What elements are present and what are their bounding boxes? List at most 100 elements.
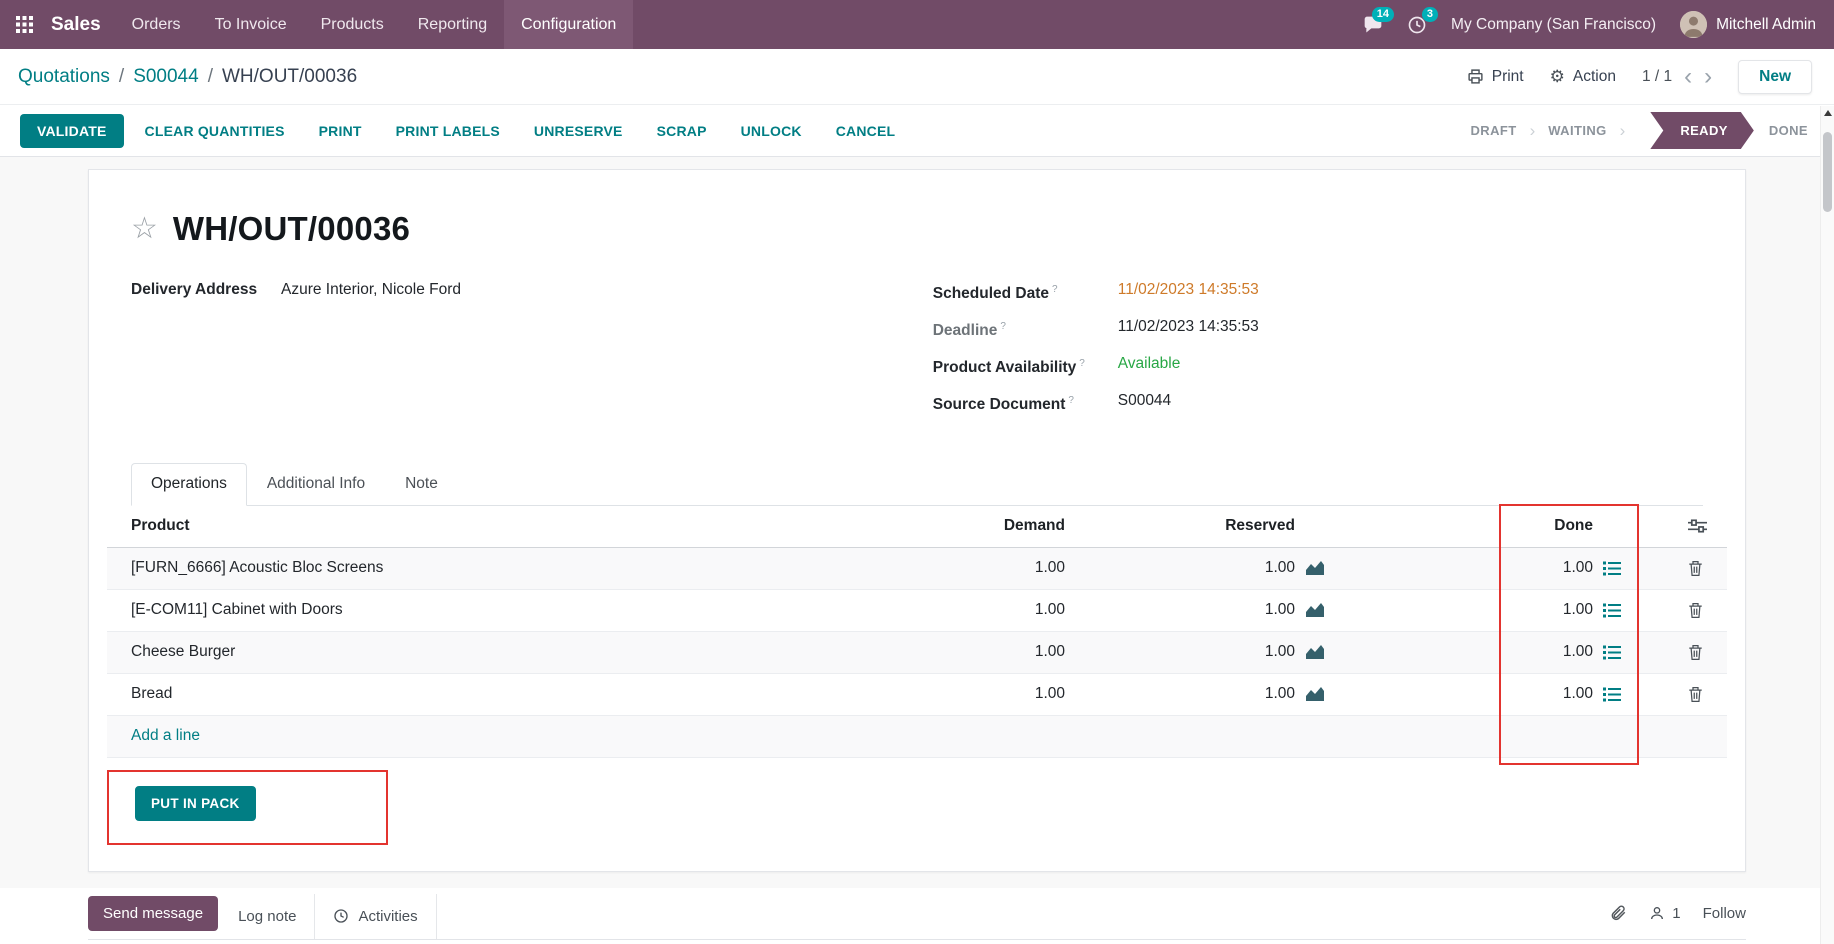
forecast-report-button[interactable] (1305, 687, 1325, 702)
header-done[interactable]: Done (1325, 517, 1635, 535)
document-title: WH/OUT/00036 (173, 210, 410, 248)
form-button-bar: VALIDATE CLEAR QUANTITIES PRINT PRINT LA… (0, 105, 1834, 157)
header-product[interactable]: Product (107, 517, 935, 535)
pager-next-button[interactable]: › (1704, 65, 1712, 89)
cell-demand[interactable]: 1.00 (1035, 559, 1065, 577)
cell-product[interactable]: Bread (107, 685, 935, 703)
nav-item-orders[interactable]: Orders (115, 0, 198, 49)
status-ready-active[interactable]: READY (1650, 112, 1754, 149)
print-button[interactable]: Print (1467, 68, 1524, 86)
activities-systray-button[interactable]: 3 (1407, 15, 1427, 35)
detailed-operations-button[interactable] (1603, 645, 1621, 660)
cell-reserved[interactable]: 1.00 (1265, 601, 1295, 619)
deadline-label: Deadline (933, 322, 998, 339)
cell-demand[interactable]: 1.00 (1035, 685, 1065, 703)
print-action-button[interactable]: PRINT (306, 114, 375, 148)
breadcrumb-quotations[interactable]: Quotations (18, 66, 110, 88)
print-labels-button[interactable]: PRINT LABELS (383, 114, 513, 148)
company-switcher[interactable]: My Company (San Francisco) (1451, 16, 1656, 34)
trash-icon (1688, 602, 1703, 619)
log-note-button[interactable]: Log note (220, 894, 314, 939)
header-reserved[interactable]: Reserved (1085, 517, 1325, 535)
cell-done[interactable]: 1.00 (1563, 685, 1593, 703)
unreserve-button[interactable]: UNRESERVE (521, 114, 636, 148)
nav-item-to-invoice[interactable]: To Invoice (198, 0, 304, 49)
nav-item-reporting[interactable]: Reporting (401, 0, 504, 49)
cancel-button[interactable]: CANCEL (823, 114, 909, 148)
optional-columns-button[interactable] (1688, 518, 1707, 534)
cell-demand[interactable]: 1.00 (1035, 601, 1065, 619)
breadcrumb: Quotations / S00044 / WH/OUT/00036 (18, 66, 357, 88)
pager-previous-button[interactable]: ‹ (1684, 65, 1692, 89)
field-groups: Delivery Address Azure Interior, Nicole … (131, 280, 1703, 429)
form-action-buttons: VALIDATE CLEAR QUANTITIES PRINT PRINT LA… (20, 114, 908, 148)
detailed-operations-button[interactable] (1603, 687, 1621, 702)
help-icon: ? (1000, 321, 1006, 332)
breadcrumb-s00044[interactable]: S00044 (133, 66, 199, 88)
delivery-address-value[interactable]: Azure Interior, Nicole Ford (281, 280, 461, 300)
delete-row-button[interactable] (1688, 686, 1703, 703)
delete-row-button[interactable] (1688, 602, 1703, 619)
cell-done[interactable]: 1.00 (1563, 601, 1593, 619)
app-brand-sales[interactable]: Sales (49, 0, 115, 49)
printer-icon (1467, 68, 1484, 85)
vertical-scrollbar[interactable] (1820, 106, 1834, 944)
cell-product[interactable]: [FURN_6666] Acoustic Bloc Screens (107, 559, 935, 577)
clear-quantities-button[interactable]: CLEAR QUANTITIES (132, 114, 298, 148)
source-document-value[interactable]: S00044 (1118, 391, 1171, 415)
status-done[interactable]: DONE (1769, 123, 1808, 138)
nav-item-configuration[interactable]: Configuration (504, 0, 633, 49)
operation-row[interactable]: [FURN_6666] Acoustic Bloc Screens 1.00 1… (107, 548, 1727, 590)
nav-item-products[interactable]: Products (304, 0, 401, 49)
cell-reserved[interactable]: 1.00 (1265, 685, 1295, 703)
delete-row-button[interactable] (1688, 560, 1703, 577)
activities-button[interactable]: Activities (314, 894, 436, 939)
cell-done[interactable]: 1.00 (1563, 643, 1593, 661)
trash-icon (1688, 644, 1703, 661)
trash-icon (1688, 560, 1703, 577)
validate-button[interactable]: VALIDATE (20, 114, 124, 148)
messages-button[interactable]: 14 (1363, 15, 1383, 35)
cell-product[interactable]: Cheese Burger (107, 643, 935, 661)
apps-menu-button[interactable] (0, 0, 49, 49)
tab-note[interactable]: Note (385, 463, 458, 505)
put-in-pack-button[interactable]: PUT IN PACK (135, 786, 256, 821)
forecast-report-button[interactable] (1305, 645, 1325, 660)
forecast-report-button[interactable] (1305, 603, 1325, 618)
scrollbar-thumb[interactable] (1823, 132, 1832, 212)
scroll-up-arrow-icon[interactable] (1824, 110, 1832, 116)
send-message-button[interactable]: Send message (88, 896, 218, 931)
header-demand[interactable]: Demand (935, 517, 1085, 535)
list-icon (1603, 687, 1621, 702)
scheduled-date-value[interactable]: 11/02/2023 14:35:53 (1118, 280, 1259, 304)
user-menu[interactable]: Mitchell Admin (1680, 11, 1816, 38)
status-draft[interactable]: DRAFT (1471, 123, 1517, 138)
detailed-operations-button[interactable] (1603, 561, 1621, 576)
forecast-report-button[interactable] (1305, 561, 1325, 576)
cell-reserved[interactable]: 1.00 (1265, 559, 1295, 577)
status-waiting[interactable]: WAITING (1548, 123, 1606, 138)
followers-button[interactable]: 1 (1649, 905, 1680, 922)
follow-button[interactable]: Follow (1703, 905, 1746, 922)
cell-done[interactable]: 1.00 (1563, 559, 1593, 577)
operation-row[interactable]: [E-COM11] Cabinet with Doors 1.00 1.00 1… (107, 590, 1727, 632)
unlock-button[interactable]: UNLOCK (728, 114, 815, 148)
scrap-button[interactable]: SCRAP (644, 114, 720, 148)
tab-additional-info[interactable]: Additional Info (247, 463, 385, 505)
cell-product[interactable]: [E-COM11] Cabinet with Doors (107, 601, 935, 619)
add-a-line-link[interactable]: Add a line (107, 727, 200, 745)
area-chart-icon (1305, 603, 1325, 618)
trash-icon (1688, 686, 1703, 703)
cell-demand[interactable]: 1.00 (1035, 643, 1065, 661)
cell-reserved[interactable]: 1.00 (1265, 643, 1295, 661)
operation-row[interactable]: Cheese Burger 1.00 1.00 1.00 (107, 632, 1727, 674)
operation-row[interactable]: Bread 1.00 1.00 1.00 (107, 674, 1727, 716)
new-button[interactable]: New (1738, 60, 1812, 94)
detailed-operations-button[interactable] (1603, 603, 1621, 618)
favorite-star-icon[interactable]: ☆ (131, 214, 158, 244)
user-name: Mitchell Admin (1716, 16, 1816, 34)
action-menu-button[interactable]: ⚙ Action (1550, 68, 1616, 86)
delete-row-button[interactable] (1688, 644, 1703, 661)
attachments-button[interactable] (1609, 904, 1627, 922)
tab-operations[interactable]: Operations (131, 463, 247, 506)
